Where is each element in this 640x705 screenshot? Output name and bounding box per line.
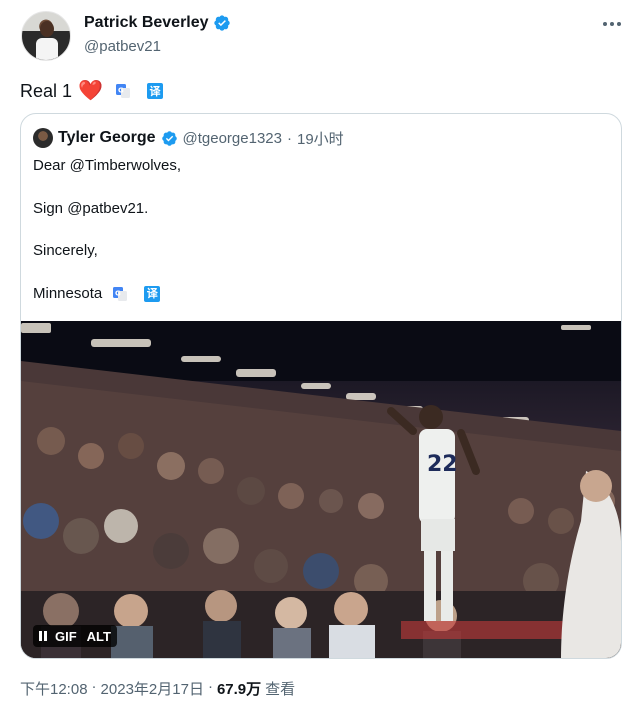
quoted-line-last: Minnesota G 译	[33, 284, 181, 304]
author-avatar[interactable]	[21, 11, 71, 61]
translate-icon[interactable]: 译	[146, 83, 163, 99]
view-count: 67.9万	[216, 681, 262, 698]
tweet-date[interactable]: 2023年2月17日	[101, 678, 204, 699]
quoted-handle[interactable]: @tgeorge1323	[183, 130, 282, 147]
author-name[interactable]: Patrick Beverley	[84, 14, 231, 32]
quoted-line: Sign @patbev21.	[33, 199, 149, 217]
author-name-text[interactable]: Patrick Beverley	[84, 14, 209, 32]
avatar-shirt	[36, 38, 58, 60]
author-handle[interactable]: @patbev21	[84, 38, 161, 55]
tweet-time[interactable]: 下午12:08	[20, 678, 88, 699]
alt-badge[interactable]: ALT	[87, 629, 111, 644]
heart-emoji: ❤️	[78, 80, 103, 102]
quoted-tweet[interactable]: Tyler George @tgeorge1323 · 19小时 Dear @T…	[20, 113, 622, 659]
gif-media[interactable]: 22 GIF ALT	[21, 321, 621, 658]
google-translate-icon[interactable]: G	[112, 286, 128, 302]
svg-text:G: G	[118, 87, 124, 95]
views-label: 查看	[265, 681, 296, 698]
gif-badge: GIF	[55, 628, 77, 644]
quoted-line: Minnesota	[33, 284, 103, 302]
separator-dot: ·	[207, 678, 213, 695]
avatar-head	[40, 21, 54, 37]
verified-badge-icon	[213, 15, 230, 31]
gif-controls: GIF ALT	[33, 625, 117, 647]
tweet-body: Real 1	[20, 80, 73, 101]
quoted-time[interactable]: 19小时	[297, 128, 344, 149]
more-options-icon[interactable]	[600, 14, 624, 34]
separator-dot: ·	[91, 678, 97, 695]
arena-crowd-image: 22	[21, 321, 621, 658]
quoted-header: Tyler George @tgeorge1323 · 19小时	[33, 126, 344, 150]
quoted-avatar[interactable]	[33, 128, 53, 148]
quoted-text: Dear @Timberwolves, Sign @patbev21. Sinc…	[33, 156, 181, 304]
quoted-line: Sincerely,	[33, 242, 98, 259]
separator-dot: ·	[287, 129, 292, 147]
quoted-line: Dear @Timberwolves,	[33, 157, 182, 174]
quoted-name[interactable]: Tyler George	[58, 129, 156, 147]
svg-text:22: 22	[427, 452, 458, 477]
verified-badge-icon	[161, 130, 177, 146]
tweet-meta: 下午12:08 · 2023年2月17日 · 67.9万 查看	[20, 678, 295, 699]
google-translate-icon[interactable]: G	[115, 83, 131, 99]
translate-icon[interactable]: 译	[144, 285, 161, 302]
tweet-text: Real 1 ❤️ G 译	[20, 79, 163, 103]
svg-text:G: G	[115, 289, 121, 297]
pause-icon[interactable]	[39, 631, 47, 641]
